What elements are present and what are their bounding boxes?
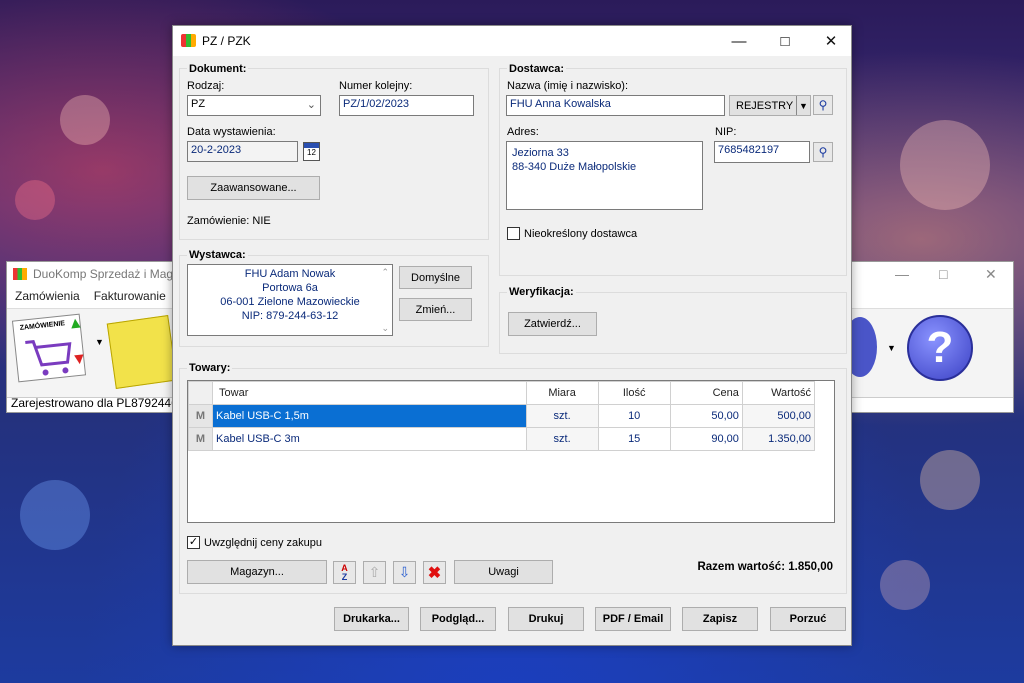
bg-window-title: DuoKomp Sprzedaż i Maga [33, 267, 180, 281]
order-status: Zamówienie: NIE [187, 215, 271, 227]
maximize-button[interactable]: □ [762, 26, 808, 56]
move-down-icon[interactable]: ⇩ [393, 561, 416, 584]
chevron-down-icon[interactable]: ▼ [95, 337, 104, 347]
menu-zamowienia[interactable]: Zamówienia [15, 289, 80, 303]
rejestry-button[interactable]: REJESTRY ▼ [729, 95, 811, 116]
chevron-down-icon[interactable]: ▼ [887, 343, 896, 353]
magazyn-button[interactable]: Magazyn... [187, 560, 327, 584]
row-indicator-header [188, 381, 214, 405]
purchase-prices-label: Uwzględnij ceny zakupu [204, 537, 323, 549]
undefined-supplier-label: Nieokreślony dostawca [524, 228, 638, 240]
move-up-icon[interactable]: ⇧ [363, 561, 386, 584]
pdf-email-button[interactable]: PDF / Email [595, 607, 671, 631]
close-icon[interactable]: ✕ [985, 266, 997, 283]
item-unit[interactable]: szt. [525, 404, 599, 428]
data-label: Data wystawienia: [187, 126, 276, 138]
table-row[interactable]: M Kabel USB-C 1,5m szt. 10 50,00 500,00 [188, 404, 816, 428]
minimize-button[interactable]: — [716, 26, 762, 56]
sort-az-icon[interactable]: AZ [333, 561, 356, 584]
column-header-ilosc[interactable]: Ilość [597, 381, 671, 405]
search-binoculars-icon[interactable]: ⚲ [813, 95, 833, 115]
item-value[interactable]: 500,00 [741, 404, 816, 428]
wystawca-header: Wystawca: [187, 249, 248, 261]
search-binoculars-icon[interactable]: ⚲ [813, 142, 833, 162]
pz-dialog: PZ / PZK — □ ✕ Dokument: Rodzaj: PZ ⌄ Nu… [172, 25, 852, 646]
dialog-titlebar: PZ / PZK — □ ✕ [173, 26, 851, 56]
column-header-miara[interactable]: Miara [525, 381, 599, 405]
save-button[interactable]: Zapisz [682, 607, 758, 631]
row-flag: M [188, 427, 214, 451]
close-button[interactable]: ✕ [808, 26, 854, 56]
registration-status: Zarejestrowano dla PL87924463 [11, 396, 185, 410]
default-issuer-button[interactable]: Domyślne [399, 266, 472, 289]
dostawca-header: Dostawca: [507, 63, 567, 75]
scroll-up-icon[interactable]: ⌃ [381, 265, 389, 279]
numer-field[interactable]: PZ/1/02/2023 [339, 95, 474, 116]
item-qty[interactable]: 10 [597, 404, 671, 428]
chevron-down-icon[interactable]: ▼ [796, 96, 810, 115]
discard-button[interactable]: Porzuć [770, 607, 846, 631]
preview-button[interactable]: Podgląd... [420, 607, 496, 631]
total-value: Razem wartość: 1.850,00 [697, 561, 833, 573]
uwagi-button[interactable]: Uwagi [454, 560, 553, 584]
towary-header: Towary: [187, 362, 233, 374]
nip-field[interactable]: 7685482197 [714, 141, 810, 163]
item-value[interactable]: 1.350,00 [741, 427, 816, 451]
menu-fakturowanie[interactable]: Fakturowanie [94, 289, 166, 303]
rodzaj-select[interactable]: PZ ⌄ [187, 95, 321, 116]
column-header-towar[interactable]: Towar [212, 381, 527, 405]
item-qty[interactable]: 15 [597, 427, 671, 451]
delete-icon[interactable]: ✖ [423, 561, 446, 584]
nip-label: NIP: [715, 126, 737, 138]
chevron-down-icon: ⌄ [306, 99, 316, 111]
maximize-icon[interactable]: □ [939, 266, 947, 282]
minimize-icon[interactable]: — [895, 266, 909, 282]
supplier-name-field[interactable]: FHU Anna Kowalska [506, 95, 725, 116]
change-issuer-button[interactable]: Zmień... [399, 298, 472, 321]
weryfikacja-header: Weryfikacja: [507, 286, 576, 298]
app-logo-icon [181, 34, 196, 47]
app-logo-icon [13, 268, 27, 280]
items-grid: Towar Miara Ilość Cena Wartość M Kabel U… [187, 380, 835, 523]
column-header-cena[interactable]: Cena [669, 381, 743, 405]
order-tool-icon[interactable]: ZAMÓWIENIE ▲ ▼ [11, 313, 88, 383]
help-icon[interactable]: ? [907, 315, 973, 381]
item-name[interactable]: Kabel USB-C 3m [212, 427, 527, 451]
purchase-prices-checkbox[interactable]: ✓ [187, 536, 200, 549]
advanced-button[interactable]: Zaawansowane... [187, 176, 320, 200]
row-flag: M [188, 404, 214, 428]
issuer-box[interactable]: FHU Adam Nowak Portowa 6a 06-001 Zielone… [187, 264, 393, 336]
undefined-supplier-checkbox[interactable] [507, 227, 520, 240]
invoice-tool-icon[interactable] [106, 315, 178, 389]
address-field[interactable]: Jeziorna 33 88-340 Duże Małopolskie [506, 141, 703, 210]
dokument-header: Dokument: [187, 63, 249, 75]
numer-label: Numer kolejny: [339, 80, 413, 92]
adres-label: Adres: [507, 126, 539, 138]
data-field[interactable]: 20-2-2023 [187, 141, 298, 162]
dialog-title: PZ / PZK [202, 34, 251, 48]
printer-button[interactable]: Drukarka... [334, 607, 409, 631]
item-unit[interactable]: szt. [525, 427, 599, 451]
confirm-button[interactable]: Zatwierdź... [508, 312, 597, 336]
table-row[interactable]: M Kabel USB-C 3m szt. 15 90,00 1.350,00 [188, 427, 816, 451]
print-button[interactable]: Drukuj [508, 607, 584, 631]
scroll-down-icon[interactable]: ⌄ [381, 321, 389, 335]
item-price[interactable]: 50,00 [669, 404, 743, 428]
item-name[interactable]: Kabel USB-C 1,5m [212, 404, 527, 428]
column-header-wartosc[interactable]: Wartość [741, 381, 816, 405]
calendar-icon[interactable]: 12 [303, 142, 320, 161]
nazwa-label: Nazwa (imię i nazwisko): [507, 80, 629, 92]
rodzaj-label: Rodzaj: [187, 80, 225, 92]
item-price[interactable]: 90,00 [669, 427, 743, 451]
